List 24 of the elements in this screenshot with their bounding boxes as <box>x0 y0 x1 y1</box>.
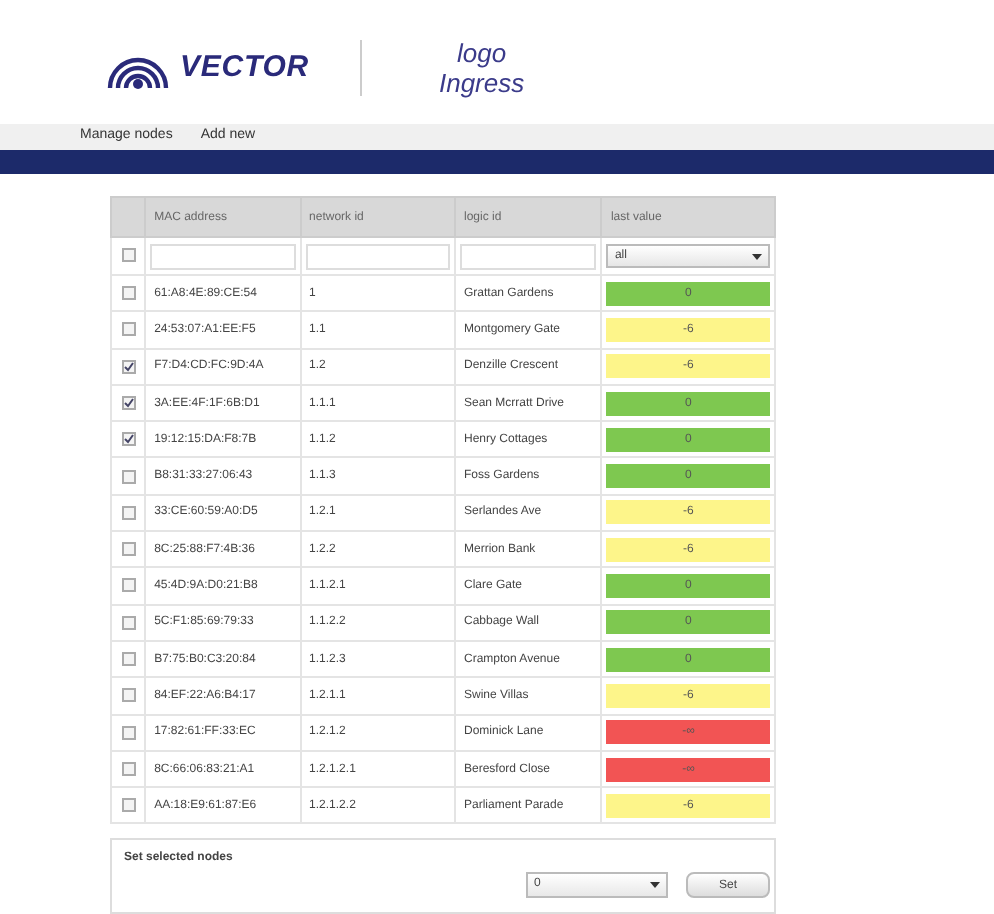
filter-field[interactable] <box>305 243 450 269</box>
checkbox[interactable] <box>121 505 136 520</box>
caret-icon <box>752 253 762 259</box>
checkbox[interactable] <box>121 542 136 557</box>
checkbox[interactable] <box>121 432 136 447</box>
checkbox[interactable] <box>121 725 136 740</box>
filter-field[interactable] <box>150 243 296 269</box>
checkbox[interactable] <box>121 761 136 776</box>
checkbox[interactable] <box>121 652 136 667</box>
checkbox[interactable] <box>121 322 136 337</box>
brand-name: VECTOR <box>180 47 309 88</box>
checkbox[interactable] <box>121 688 136 703</box>
checkbox[interactable] <box>121 578 136 593</box>
checkbox[interactable] <box>121 286 136 301</box>
checkbox[interactable] <box>121 615 136 630</box>
caret-icon <box>650 882 660 889</box>
ingress-text: Ingress <box>438 68 525 98</box>
checkbox[interactable] <box>121 798 136 813</box>
checkbox[interactable] <box>121 469 136 484</box>
checkbox[interactable] <box>121 396 136 410</box>
checkbox[interactable] <box>121 359 136 374</box>
checkbox[interactable] <box>121 248 136 263</box>
logo-text: logo <box>457 38 507 68</box>
filter-field[interactable] <box>460 243 597 269</box>
